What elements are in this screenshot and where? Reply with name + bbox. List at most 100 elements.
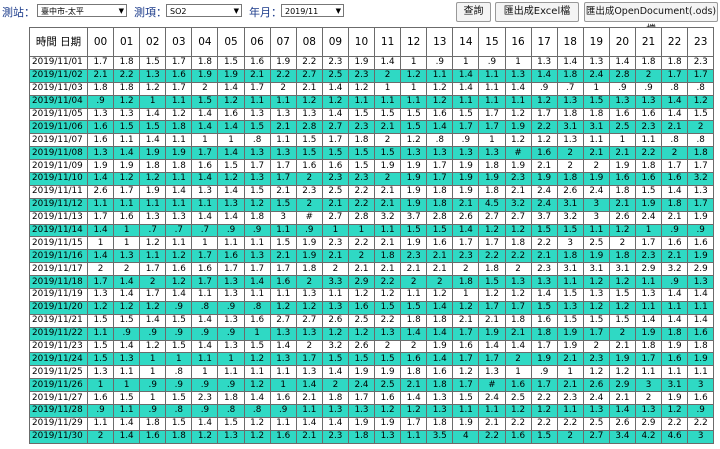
value-cell: 1.9 xyxy=(139,184,167,199)
value-cell: 2.1 xyxy=(269,184,297,199)
station-select[interactable]: 臺中市-太平 ▼ xyxy=(37,4,127,17)
value-cell: 2.9 xyxy=(347,275,376,290)
value-cell: 3.2 xyxy=(321,339,349,354)
value-cell: 1.7 xyxy=(478,120,506,135)
value-cell: 1.3 xyxy=(321,300,349,315)
value-cell: 1 xyxy=(400,56,428,70)
value-cell: 2.6 xyxy=(321,313,349,328)
value-cell: 1.9 xyxy=(347,416,376,431)
value-cell: 1.7 xyxy=(165,81,193,96)
value-cell: 1.5 xyxy=(478,275,506,290)
value-cell: 1.7 xyxy=(661,159,689,174)
export-excel-button[interactable]: 匯出成Excel檔 xyxy=(495,2,579,22)
value-cell: 1.4 xyxy=(191,313,219,328)
value-cell: 2.1 xyxy=(400,262,428,277)
value-cell: 1.9 xyxy=(139,146,167,161)
value-cell: 1.4 xyxy=(661,313,689,328)
value-cell: 1.2 xyxy=(374,404,402,418)
value-cell: 1.9 xyxy=(608,159,636,174)
month-select[interactable]: 2019/11 ▼ xyxy=(281,4,344,17)
value-cell: 2.1 xyxy=(374,197,402,212)
value-cell: 1.1 xyxy=(556,275,584,290)
value-cell: 1.9 xyxy=(269,56,297,70)
value-cell: 2.2 xyxy=(269,68,297,83)
value-cell: 2.1 xyxy=(530,159,558,174)
value-cell: 1.6 xyxy=(687,326,715,341)
date-cell: 2019/11/08 xyxy=(29,146,88,161)
value-cell: 1.2 xyxy=(661,404,689,418)
value-cell: 2.1 xyxy=(608,391,636,406)
value-cell: 2.1 xyxy=(374,184,402,199)
value-cell: 1 xyxy=(86,378,115,393)
value-cell: 1.3 xyxy=(295,326,323,341)
value-cell: 3.2 xyxy=(661,262,689,277)
value-cell: 2.1 xyxy=(661,249,689,264)
value-cell: 1.8 xyxy=(608,249,636,264)
value-cell: .7 xyxy=(139,223,167,238)
value-cell: .8 xyxy=(661,81,689,96)
value-cell: 1.1 xyxy=(191,352,219,367)
table-row: 2019/11/16 1.4 1.3 1.1 1.2 1.7 1.6 1.3 2.1 1.9 2.1… xyxy=(29,249,715,264)
value-cell: 2 xyxy=(86,262,115,277)
value-cell: 1.7 xyxy=(269,159,297,174)
value-cell: 1.4 xyxy=(452,81,480,96)
value-cell: 1.9 xyxy=(478,172,506,186)
date-cell: 2019/11/28 xyxy=(29,404,88,418)
value-cell: 2.9 xyxy=(634,262,663,277)
value-cell: 1.4 xyxy=(113,416,141,431)
value-cell: 1.6 xyxy=(217,107,245,122)
value-cell: 1 xyxy=(165,352,193,367)
value-cell: 2.1 xyxy=(556,378,584,393)
value-cell: 1.2 xyxy=(243,378,271,393)
hour-header: 11 xyxy=(374,27,402,57)
value-cell: 2.3 xyxy=(321,172,349,186)
value-cell: 1.8 xyxy=(113,81,141,96)
value-cell: .9 xyxy=(191,404,219,418)
value-cell: 2 xyxy=(295,172,323,186)
hour-header: 20 xyxy=(608,27,636,57)
value-cell: 2.2 xyxy=(687,416,715,431)
table-row: 2019/11/07 1.6 1.1 1.4 1.1 1 1.8 1.1 1.5 1.7 1.8 2 1… xyxy=(29,133,715,148)
value-cell: .9 xyxy=(295,223,323,238)
value-cell: 2 xyxy=(374,339,402,354)
value-cell: 1.4 xyxy=(217,81,245,96)
value-cell: 2.3 xyxy=(347,68,376,83)
value-cell: 3 xyxy=(634,378,663,393)
value-cell: 1 xyxy=(139,94,167,109)
value-cell: 1.3 xyxy=(217,275,245,290)
value-cell: 1.5 xyxy=(243,120,271,135)
value-cell: 2.7 xyxy=(321,210,349,225)
value-cell: 1.4 xyxy=(269,339,297,354)
value-cell: 2 xyxy=(374,133,402,148)
value-cell: 2.1 xyxy=(661,120,689,135)
value-cell: 2 xyxy=(556,429,584,444)
value-cell: .9 xyxy=(608,81,636,96)
export-ods-button[interactable]: 匯出成OpenDocument(.ods)檔 xyxy=(584,2,718,35)
hour-header: 06 xyxy=(243,27,271,57)
query-button[interactable]: 查詢 xyxy=(456,2,491,22)
value-cell: 1.5 xyxy=(139,120,167,135)
value-cell: 2.6 xyxy=(608,210,636,225)
value-cell: 2.1 xyxy=(504,326,532,341)
value-cell: 1.1 xyxy=(478,68,506,83)
value-cell: 1 xyxy=(504,365,532,380)
value-cell: 2.2 xyxy=(113,68,141,83)
hour-header: 21 xyxy=(634,27,663,57)
value-cell: 2.9 xyxy=(687,262,715,277)
hour-header: 17 xyxy=(530,27,558,57)
value-cell: 2.1 xyxy=(426,262,454,277)
value-cell: 1.1 xyxy=(426,68,454,83)
value-cell: 1.1 xyxy=(139,197,167,212)
value-cell: 1.1 xyxy=(582,133,610,148)
value-cell: 2.1 xyxy=(374,262,402,277)
item-select[interactable]: SO2 ▼ xyxy=(166,4,242,17)
value-cell: 1.6 xyxy=(504,378,532,393)
value-cell: 2.5 xyxy=(321,184,349,199)
value-cell: 1.1 xyxy=(321,288,349,302)
hour-header: 19 xyxy=(582,27,610,57)
hour-header: 03 xyxy=(165,27,193,57)
value-cell: 1.6 xyxy=(139,429,167,444)
value-cell: 1.8 xyxy=(426,313,454,328)
value-cell: 1.4 xyxy=(217,184,245,199)
value-cell: 1.2 xyxy=(165,249,193,264)
